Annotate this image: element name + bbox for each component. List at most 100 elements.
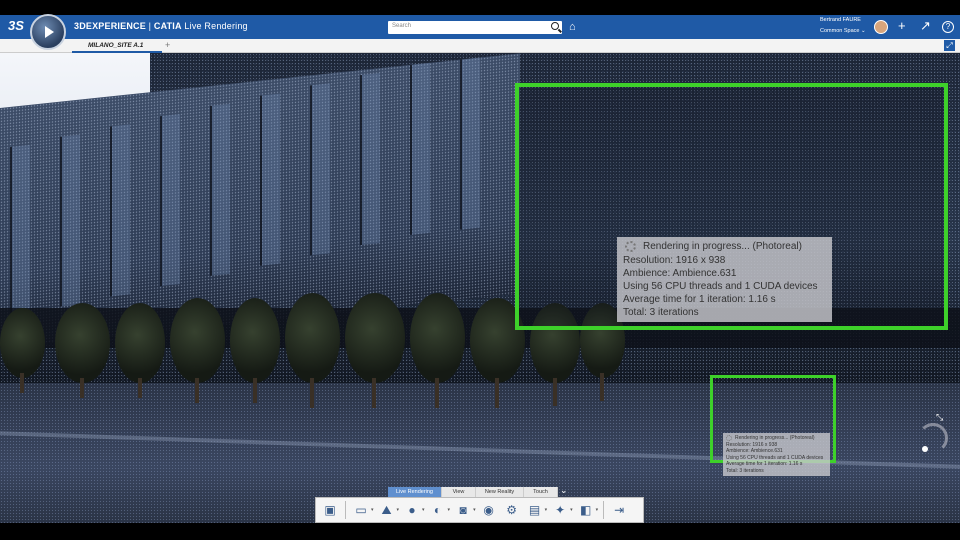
- tree: [285, 293, 340, 383]
- ds-logo: 3S: [8, 18, 24, 33]
- total-text: Total: 3 iterations: [726, 467, 764, 474]
- tree: [410, 293, 465, 383]
- brand-app: Live Rendering: [181, 21, 248, 31]
- tree: [0, 308, 45, 378]
- action-bar-tabs: Live Rendering View New Reality Touch: [388, 487, 558, 497]
- tag-icon[interactable]: ⌂: [569, 21, 576, 33]
- dropdown-arrow-icon[interactable]: ▾: [473, 507, 476, 513]
- ambience-text: Ambience: Ambience.631: [623, 268, 737, 279]
- facade-panel: [310, 83, 330, 256]
- facade-panel: [260, 93, 280, 266]
- tree-trunk: [435, 378, 439, 408]
- tree: [55, 303, 110, 383]
- tree-trunk: [600, 373, 604, 401]
- add-icon[interactable]: +: [898, 19, 906, 32]
- letterbox-top: [0, 0, 960, 15]
- help-icon[interactable]: ?: [942, 21, 954, 33]
- toolbar-separator: [603, 501, 605, 519]
- image-icon[interactable]: ▭: [351, 500, 371, 520]
- facade-panel: [460, 57, 480, 230]
- record-icon[interactable]: ◉: [479, 500, 499, 520]
- facade-panel: [360, 73, 380, 246]
- brand-separator: |: [145, 21, 154, 31]
- tree: [170, 298, 225, 383]
- tab-live-rendering[interactable]: Live Rendering: [388, 487, 442, 497]
- search-input[interactable]: Search: [388, 21, 562, 34]
- space-label: Common Space: [820, 28, 860, 34]
- tab-touch[interactable]: Touch: [524, 487, 558, 497]
- view-compass-widget[interactable]: [908, 418, 952, 462]
- compass-icon[interactable]: [30, 14, 66, 50]
- tab-new-reality[interactable]: New Reality: [476, 487, 524, 497]
- facade-panel: [60, 134, 80, 307]
- threads-text: Using 56 CPU threads and 1 CUDA devices: [623, 281, 818, 292]
- user-name[interactable]: Bertrand FAURE: [820, 17, 861, 24]
- chevron-down-icon: ⌄: [860, 28, 866, 34]
- tree-trunk: [372, 378, 376, 408]
- spinner-icon: [726, 435, 732, 441]
- total-text: Total: 3 iterations: [623, 307, 699, 318]
- navigate-arrow-icon[interactable]: ⤡: [936, 412, 943, 423]
- capture-icon[interactable]: ◙: [453, 500, 473, 520]
- app-title: 3DEXPERIENCE | CATIA Live Rendering: [74, 21, 248, 31]
- render-view-icon[interactable]: ▣: [320, 500, 340, 520]
- render-viewport[interactable]: Rendering in progress... (Photoreal) Res…: [0, 53, 960, 523]
- toolbar-separator: [345, 501, 346, 519]
- facade-panel: [210, 103, 230, 276]
- render-status-panel: Rendering in progress... (Photoreal) Res…: [723, 433, 830, 476]
- title-text: Rendering in progress... (Photoreal): [643, 241, 802, 252]
- tree-trunk: [310, 378, 314, 408]
- tab-view[interactable]: View: [442, 487, 476, 497]
- dropdown-arrow-icon[interactable]: ▾: [422, 507, 425, 513]
- render-status-title: Rendering in progress... (Photoreal): [726, 435, 827, 442]
- search-placeholder: Search: [392, 23, 412, 29]
- tree: [345, 293, 405, 383]
- share-icon[interactable]: ↗: [920, 19, 931, 32]
- settings-icon[interactable]: ⚙: [502, 500, 522, 520]
- facade-panel: [110, 124, 130, 297]
- facade-panel: [410, 62, 430, 235]
- tree-trunk: [80, 378, 84, 398]
- tree: [230, 298, 280, 383]
- avg-time-text: Average time for 1 iteration: 1.16 s: [623, 294, 776, 305]
- compass-dot: [922, 446, 928, 452]
- dropdown-arrow-icon[interactable]: ▾: [397, 507, 400, 513]
- app-header: 3S 3DEXPERIENCE | CATIA Live Rendering S…: [0, 14, 960, 50]
- chevron-down-icon[interactable]: ⌄: [560, 485, 572, 497]
- play-icon: [45, 26, 54, 38]
- tree-trunk: [20, 373, 24, 393]
- dropdown-arrow-icon[interactable]: ▾: [371, 507, 374, 513]
- animation-icon[interactable]: ✦: [550, 500, 570, 520]
- tab-milano-site[interactable]: MILANO_SITE A.1: [72, 39, 162, 53]
- document-tab-bar: MILANO_SITE A.1 + ⤢: [0, 39, 960, 53]
- tree-trunk: [253, 378, 257, 403]
- camera-ambience-icon[interactable]: ⛰: [377, 500, 397, 520]
- tree-trunk: [195, 378, 199, 403]
- expand-icon[interactable]: ⤢: [944, 40, 955, 51]
- environment-icon[interactable]: ◐: [428, 500, 448, 520]
- save-image-icon[interactable]: ▤: [525, 500, 545, 520]
- spinner-icon: [625, 241, 636, 252]
- tree-trunk: [495, 378, 499, 408]
- tree-trunk: [138, 378, 142, 398]
- search-icon[interactable]: [551, 22, 559, 30]
- exit-icon[interactable]: ⇥: [609, 500, 629, 520]
- tree: [115, 303, 165, 383]
- add-tab-icon[interactable]: +: [165, 40, 170, 50]
- avatar[interactable]: [874, 20, 888, 34]
- dropdown-arrow-icon[interactable]: ▾: [596, 507, 599, 513]
- action-toolbar: ▣ ▭ ▾ ⛰ ▾ ● ▾ ◐ ▾ ◙ ▾ ◉ ⚙ ▤ ▾ ✦ ▾ ◧ ▾ ⇥: [315, 497, 644, 523]
- stage-icon[interactable]: ◧: [576, 500, 596, 520]
- facade-panel: [10, 144, 30, 317]
- brand-prefix: 3DEXPERIENCE: [74, 21, 146, 31]
- brand-product: CATIA: [153, 21, 182, 31]
- dropdown-arrow-icon[interactable]: ▾: [545, 507, 548, 513]
- tree-trunk: [553, 378, 557, 406]
- material-sphere-icon[interactable]: ●: [402, 500, 422, 520]
- dropdown-arrow-icon[interactable]: ▾: [448, 507, 451, 513]
- dropdown-arrow-icon[interactable]: ▾: [570, 507, 573, 513]
- render-status-title: Rendering in progress... (Photoreal): [623, 240, 826, 253]
- letterbox-bottom: [0, 523, 960, 540]
- title-text: Rendering in progress... (Photoreal): [735, 435, 815, 441]
- collab-space-selector[interactable]: Common Space ⌄: [820, 28, 866, 34]
